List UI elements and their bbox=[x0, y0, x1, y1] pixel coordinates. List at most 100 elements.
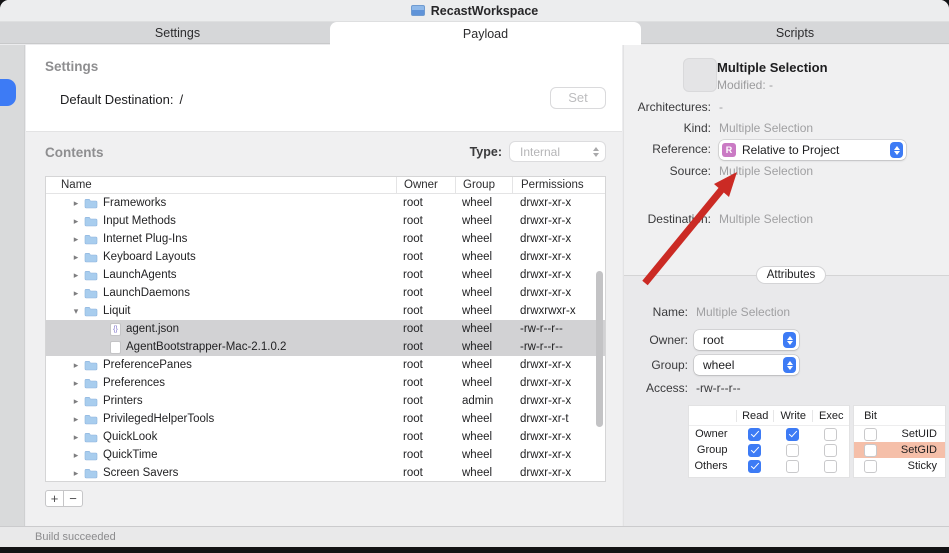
row-group: wheel bbox=[462, 323, 493, 335]
chevron-updown-icon bbox=[783, 332, 796, 348]
table-row[interactable]: ▸ Input Methods root wheel drwxr-xr-x bbox=[46, 212, 605, 230]
exec-checkbox[interactable] bbox=[824, 459, 838, 473]
perm-row-label: Others bbox=[694, 460, 728, 472]
chevron-right-icon[interactable]: ▸ bbox=[70, 450, 82, 461]
write-checkbox[interactable] bbox=[786, 459, 800, 473]
table-row[interactable]: ▸ QuickTime root wheel drwxr-xr-x bbox=[46, 446, 605, 464]
bit-checkbox-cell bbox=[854, 443, 887, 457]
perm-column-header: Write bbox=[773, 409, 812, 422]
table-row[interactable]: ▸ LaunchDaemons root wheel drwxr-xr-x bbox=[46, 284, 605, 302]
table-row[interactable]: ▸ Frameworks root wheel drwxr-xr-x bbox=[46, 194, 605, 212]
chevron-right-icon[interactable]: ▸ bbox=[70, 360, 82, 371]
app-window: RecastWorkspace Settings Payload Scripts… bbox=[0, 0, 949, 547]
owner-dropdown[interactable]: root bbox=[694, 330, 799, 350]
bit-checkbox[interactable] bbox=[864, 459, 877, 473]
table-row[interactable]: ▸ LaunchAgents root wheel drwxr-xr-x bbox=[46, 266, 605, 284]
type-dropdown-value: Internal bbox=[520, 144, 561, 159]
source-row: Source: Multiple Selection bbox=[624, 164, 813, 178]
row-permissions: drwxr-xr-x bbox=[520, 431, 572, 443]
bit-checkbox[interactable] bbox=[864, 427, 877, 441]
chevron-right-icon[interactable]: ▸ bbox=[70, 468, 82, 479]
table-row[interactable]: ▸ Keyboard Layouts root wheel drwxr-xr-x bbox=[46, 248, 605, 266]
row-group: wheel bbox=[462, 377, 493, 389]
row-name-cell: ▸ Keyboard Layouts bbox=[46, 251, 396, 263]
write-checkbox[interactable] bbox=[786, 427, 800, 441]
add-item-button[interactable]: + bbox=[45, 490, 64, 507]
table-row[interactable]: ▸ PrivilegedHelperTools root wheel drwxr-xr-… bbox=[46, 410, 605, 428]
table-scrollbar[interactable] bbox=[596, 271, 603, 427]
architectures-value: - bbox=[719, 100, 723, 114]
folder-icon bbox=[84, 270, 98, 281]
read-checkbox[interactable] bbox=[748, 427, 762, 441]
table-row[interactable]: {} agent.json root wheel -rw-r--r-- bbox=[46, 320, 605, 338]
chevron-right-icon[interactable]: ▸ bbox=[70, 378, 82, 389]
exec-checkbox-cell bbox=[812, 427, 849, 441]
chevron-right-icon[interactable]: ▸ bbox=[70, 198, 82, 209]
source-label: Source: bbox=[669, 164, 711, 178]
group-dropdown[interactable]: wheel bbox=[694, 355, 799, 375]
chevron-right-icon[interactable]: ▸ bbox=[70, 270, 82, 281]
tab-settings[interactable]: Settings bbox=[25, 22, 330, 44]
row-owner: root bbox=[403, 449, 423, 461]
column-header-owner[interactable]: Owner bbox=[396, 177, 455, 193]
table-row[interactable]: ▸ Preferences root wheel drwxr-xr-x bbox=[46, 374, 605, 392]
exec-checkbox[interactable] bbox=[824, 443, 838, 457]
tab-payload[interactable]: Payload bbox=[330, 22, 641, 45]
chevron-updown-icon bbox=[593, 146, 599, 157]
row-name-cell: ▸ QuickTime bbox=[46, 449, 396, 461]
access-row: Access: -rw-r--r-- bbox=[624, 381, 741, 395]
row-permissions: drwxr-xr-x bbox=[520, 251, 572, 263]
exec-checkbox-cell bbox=[812, 443, 849, 457]
table-row[interactable]: ▸ PreferencePanes root wheel drwxr-xr-x bbox=[46, 356, 605, 374]
row-owner: root bbox=[403, 305, 423, 317]
type-dropdown[interactable]: Internal bbox=[509, 141, 606, 162]
packages-sidebar-strip bbox=[0, 45, 25, 526]
remove-item-button[interactable]: − bbox=[64, 490, 83, 507]
table-row[interactable]: ▸ Internet Plug-Ins root wheel drwxr-xr-x bbox=[46, 230, 605, 248]
write-checkbox[interactable] bbox=[786, 443, 800, 457]
row-permissions: drwxr-xr-x bbox=[520, 359, 572, 371]
row-name-text: LaunchAgents bbox=[103, 269, 177, 281]
tab-scripts[interactable]: Scripts bbox=[641, 22, 949, 44]
column-header-permissions[interactable]: Permissions bbox=[512, 177, 605, 193]
column-header-name[interactable]: Name bbox=[46, 177, 396, 193]
chevron-right-icon[interactable]: ▸ bbox=[70, 234, 82, 245]
settings-section: Settings Default Destination: / Set bbox=[26, 45, 622, 131]
row-name-cell: ▸ LaunchAgents bbox=[46, 269, 396, 281]
row-permissions: drwxr-xr-x bbox=[520, 449, 572, 461]
row-name-cell: ▸ Input Methods bbox=[46, 215, 396, 227]
reference-dropdown[interactable]: R Relative to Project bbox=[719, 140, 906, 160]
destination-row: Destination: Multiple Selection bbox=[624, 212, 813, 226]
architectures-row: Architectures: - bbox=[624, 100, 723, 114]
chevron-right-icon[interactable]: ▸ bbox=[70, 288, 82, 299]
attributes-tab[interactable]: Attributes bbox=[756, 266, 826, 284]
chevron-right-icon[interactable]: ▸ bbox=[70, 414, 82, 425]
table-row[interactable]: ▸ Printers root admin drwxr-xr-x bbox=[46, 392, 605, 410]
contents-section: Contents Type: Internal Name Owner Group… bbox=[26, 131, 622, 526]
exec-checkbox[interactable] bbox=[824, 427, 838, 441]
row-owner: root bbox=[403, 467, 423, 479]
read-checkbox[interactable] bbox=[748, 459, 762, 473]
row-name-cell: ▸ PreferencePanes bbox=[46, 359, 396, 371]
table-row[interactable]: AgentBootstrapper-Mac-2.1.0.2 root wheel -r… bbox=[46, 338, 605, 356]
folder-icon bbox=[84, 234, 98, 245]
read-checkbox[interactable] bbox=[748, 443, 762, 457]
chevron-right-icon[interactable]: ▸ bbox=[70, 216, 82, 227]
table-row[interactable]: ▾ Liquit root wheel drwxrwxr-x bbox=[46, 302, 605, 320]
folder-icon bbox=[84, 414, 98, 425]
table-row[interactable]: ▸ Screen Savers root wheel drwxr-xr-x bbox=[46, 464, 605, 482]
chevron-right-icon[interactable]: ▸ bbox=[70, 432, 82, 443]
table-row[interactable]: ▸ QuickLook root wheel drwxr-xr-x bbox=[46, 428, 605, 446]
row-permissions: drwxr-xr-x bbox=[520, 287, 572, 299]
selected-package-indicator[interactable] bbox=[0, 79, 16, 106]
row-owner: root bbox=[403, 341, 423, 353]
column-header-group[interactable]: Group bbox=[455, 177, 512, 193]
file-icon bbox=[110, 340, 121, 354]
chevron-right-icon[interactable]: ▸ bbox=[70, 396, 82, 407]
settings-heading: Settings bbox=[45, 59, 99, 74]
set-button[interactable]: Set bbox=[550, 87, 606, 109]
chevron-down-icon[interactable]: ▾ bbox=[70, 306, 82, 317]
bit-checkbox[interactable] bbox=[864, 443, 877, 457]
row-owner: root bbox=[403, 413, 423, 425]
chevron-right-icon[interactable]: ▸ bbox=[70, 252, 82, 263]
